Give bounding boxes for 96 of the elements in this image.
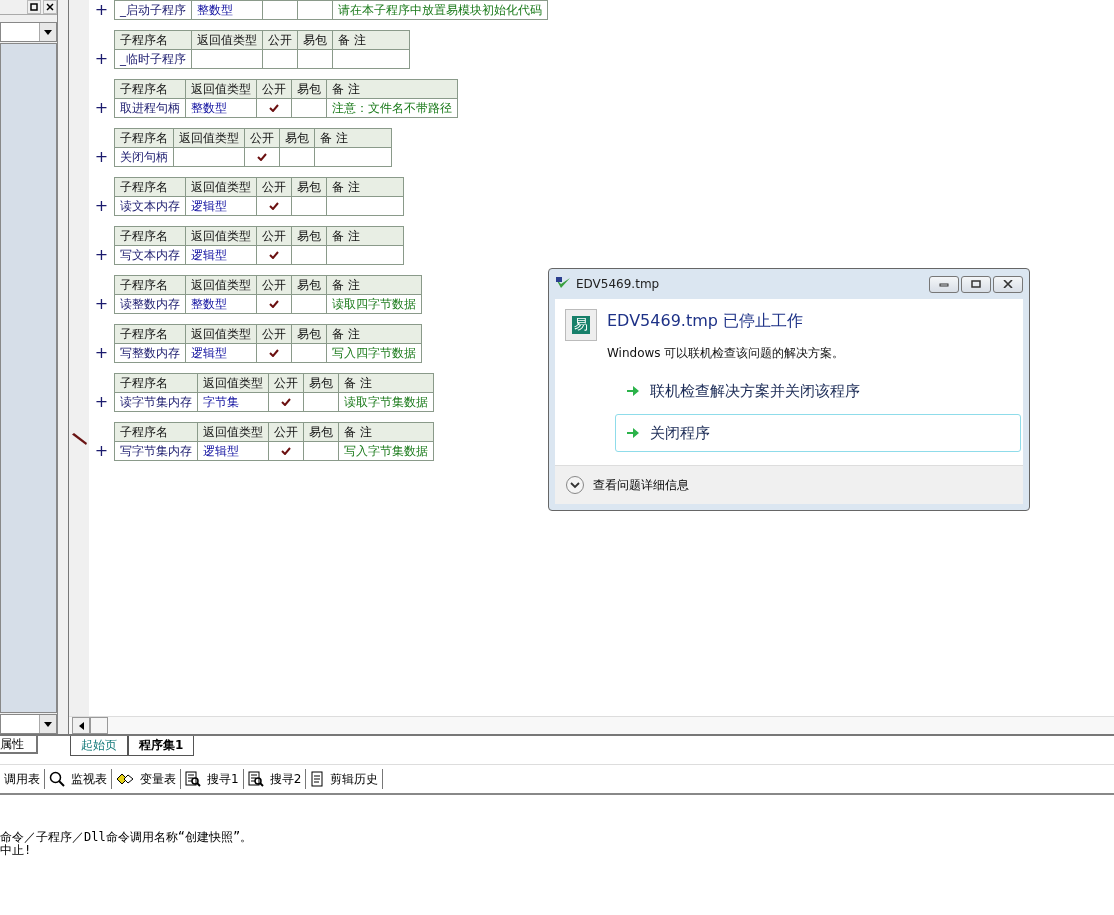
table-cell: 读取字节集数据 bbox=[338, 392, 434, 412]
column-header: 易包 bbox=[303, 422, 339, 442]
app-logo: 易 bbox=[565, 309, 597, 341]
column-header: 公开 bbox=[256, 226, 292, 246]
column-header: 子程序名 bbox=[114, 275, 186, 295]
column-header: 易包 bbox=[279, 128, 315, 148]
expand-icon[interactable]: + bbox=[89, 343, 114, 363]
column-header: 易包 bbox=[303, 373, 339, 393]
column-header: 公开 bbox=[256, 177, 292, 197]
table-cell: 关闭句柄 bbox=[114, 147, 174, 167]
output-line: 命令／子程序／Dll命令调用名称“创建快照”。 bbox=[0, 831, 254, 844]
column-header: 备 注 bbox=[326, 226, 404, 246]
column-header: 公开 bbox=[256, 324, 292, 344]
table-cell: 写入字节集数据 bbox=[338, 441, 434, 461]
table-cell: 写整数内存 bbox=[114, 343, 186, 363]
column-header: 备 注 bbox=[326, 324, 422, 344]
column-header: 子程序名 bbox=[114, 422, 198, 442]
column-header: 返回值类型 bbox=[185, 324, 257, 344]
column-header: 子程序名 bbox=[114, 79, 186, 99]
column-header: 子程序名 bbox=[114, 373, 198, 393]
table-cell: 字节集 bbox=[197, 392, 269, 412]
column-header: 返回值类型 bbox=[185, 275, 257, 295]
command-link[interactable]: 关闭程序 bbox=[615, 414, 1021, 452]
toolbar-button[interactable]: 搜寻1 bbox=[181, 767, 243, 791]
column-header: 备 注 bbox=[326, 79, 458, 99]
toolbar-button[interactable]: 搜寻2 bbox=[243, 767, 306, 791]
column-header: 易包 bbox=[291, 177, 327, 197]
column-header: 返回值类型 bbox=[185, 177, 257, 197]
table-cell: 逻辑型 bbox=[185, 245, 257, 265]
column-header: 备 注 bbox=[326, 177, 404, 197]
column-header: 备 注 bbox=[332, 30, 410, 50]
table-cell: 读文本内存 bbox=[114, 196, 186, 216]
table-cell: _启动子程序 bbox=[114, 0, 192, 20]
column-header: 子程序名 bbox=[114, 30, 192, 50]
table-cell: 写字节集内存 bbox=[114, 441, 198, 461]
dialog-message: Windows 可以联机检查该问题的解决方案。 bbox=[607, 345, 846, 362]
editor-tab[interactable]: 起始页 bbox=[70, 736, 128, 756]
table-cell: 整数型 bbox=[191, 0, 263, 20]
dialog-heading: EDV5469.tmp 已停止工作 bbox=[607, 310, 803, 332]
table-cell: 逻辑型 bbox=[185, 343, 257, 363]
column-header: 易包 bbox=[291, 79, 327, 99]
column-header: 返回值类型 bbox=[173, 128, 245, 148]
column-header: 返回值类型 bbox=[185, 226, 257, 246]
column-header: 公开 bbox=[268, 422, 304, 442]
column-header: 子程序名 bbox=[114, 226, 186, 246]
expand-icon[interactable]: + bbox=[89, 49, 114, 69]
column-header: 备 注 bbox=[326, 275, 422, 295]
toolbar-button[interactable]: 监视表 bbox=[45, 767, 111, 791]
table-cell: 读整数内存 bbox=[114, 294, 186, 314]
properties-tab[interactable]: 属性 bbox=[0, 736, 38, 754]
table-cell: 读字节集内存 bbox=[114, 392, 198, 412]
column-header: 返回值类型 bbox=[185, 79, 257, 99]
column-header: 备 注 bbox=[314, 128, 392, 148]
column-header: 返回值类型 bbox=[197, 373, 269, 393]
editor-tab[interactable]: 程序集1 bbox=[128, 736, 195, 756]
expand-icon[interactable]: + bbox=[89, 98, 114, 118]
column-header: 易包 bbox=[291, 324, 327, 344]
column-header: 返回值类型 bbox=[191, 30, 263, 50]
toolbar-button[interactable]: 变量表 bbox=[112, 767, 180, 791]
column-header: 子程序名 bbox=[114, 128, 174, 148]
table-cell: 整数型 bbox=[185, 98, 257, 118]
table-cell: 写入四字节数据 bbox=[326, 343, 422, 363]
column-header: 子程序名 bbox=[114, 324, 186, 344]
expand-icon[interactable]: + bbox=[89, 392, 114, 412]
table-cell: 写文本内存 bbox=[114, 245, 186, 265]
column-header: 公开 bbox=[244, 128, 280, 148]
column-header: 公开 bbox=[268, 373, 304, 393]
table-cell: 整数型 bbox=[185, 294, 257, 314]
column-header: 返回值类型 bbox=[197, 422, 269, 442]
expand-icon[interactable]: + bbox=[89, 196, 114, 216]
toolbar-button[interactable]: 调用表 bbox=[0, 767, 44, 791]
details-toggle[interactable]: 查看问题详细信息 bbox=[565, 475, 689, 495]
column-header: 公开 bbox=[256, 79, 292, 99]
table-cell: 取进程句柄 bbox=[114, 98, 186, 118]
column-header: 易包 bbox=[291, 275, 327, 295]
table-cell: _临时子程序 bbox=[114, 49, 192, 69]
window-title: EDV5469.tmp bbox=[576, 277, 660, 291]
table-cell: 请在本子程序中放置易模块初始化代码 bbox=[332, 0, 548, 20]
table-cell: 注意：文件名不带路径 bbox=[326, 98, 458, 118]
toolbar-button[interactable]: 剪辑历史 bbox=[306, 767, 383, 791]
column-header: 备 注 bbox=[338, 422, 434, 442]
expand-icon[interactable]: + bbox=[89, 0, 114, 20]
table-cell: 逻辑型 bbox=[197, 441, 269, 461]
column-header: 易包 bbox=[297, 30, 333, 50]
expand-icon[interactable]: + bbox=[89, 441, 114, 461]
column-header: 易包 bbox=[291, 226, 327, 246]
table-cell: 逻辑型 bbox=[185, 196, 257, 216]
expand-icon[interactable]: + bbox=[89, 147, 114, 167]
expand-icon[interactable]: + bbox=[89, 294, 114, 314]
column-header: 公开 bbox=[262, 30, 298, 50]
column-header: 公开 bbox=[256, 275, 292, 295]
column-header: 子程序名 bbox=[114, 177, 186, 197]
table-cell: 读取四字节数据 bbox=[326, 294, 422, 314]
output-line: 中止! bbox=[0, 844, 33, 857]
expand-icon[interactable]: + bbox=[89, 245, 114, 265]
column-header: 备 注 bbox=[338, 373, 434, 393]
